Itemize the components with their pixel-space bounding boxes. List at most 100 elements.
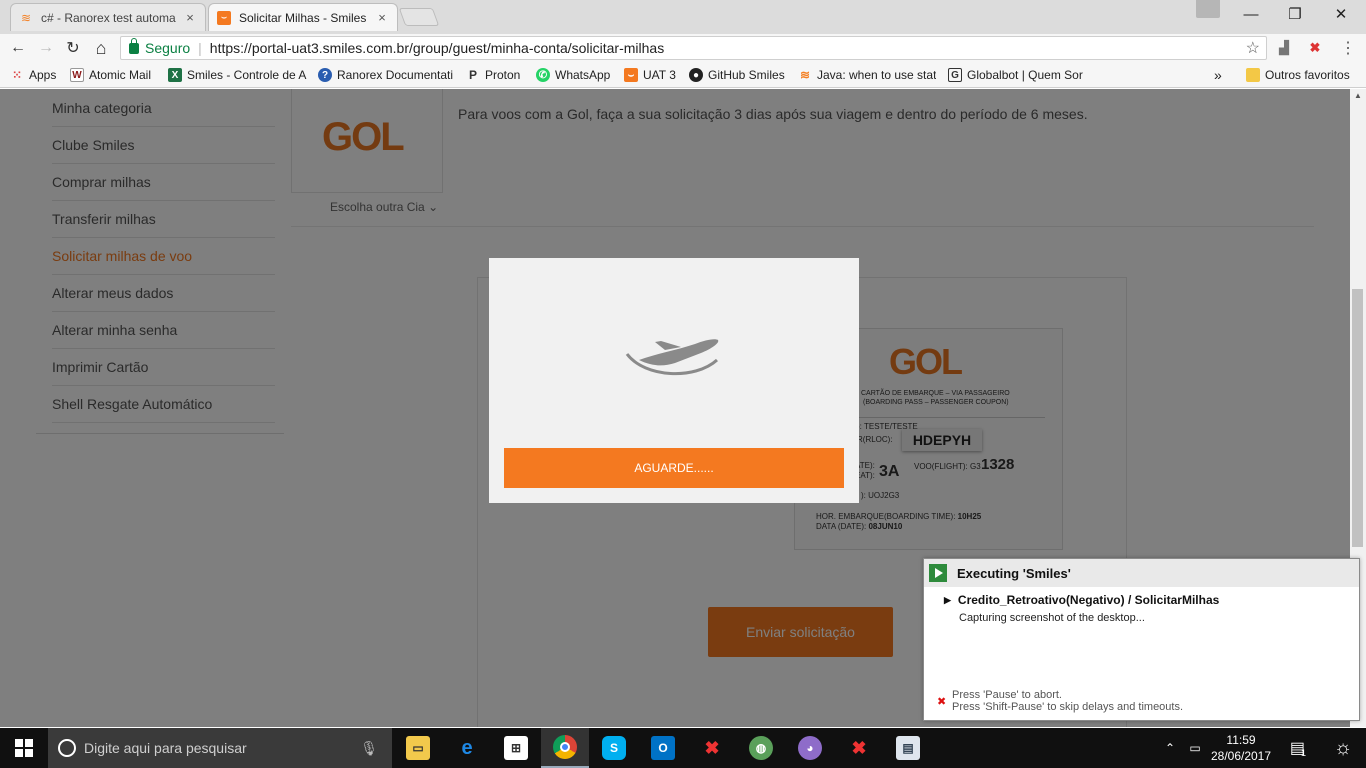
taskbar-skype[interactable]: S	[590, 728, 638, 768]
smiles-icon: ⌣	[624, 68, 638, 82]
help-icon: ?	[318, 68, 332, 82]
store-bag-icon: ⊞	[504, 736, 528, 760]
restore-button[interactable]: ❐	[1272, 0, 1318, 28]
brightness-sun-icon[interactable]: ☼	[1326, 728, 1360, 768]
taskbar-cat-app[interactable]: ◕	[786, 728, 834, 768]
bookmark-other-folder[interactable]: Outros favoritos	[1246, 67, 1356, 83]
atomic-mail-icon: W	[70, 68, 84, 82]
loading-modal: AGUARDE......	[489, 258, 859, 503]
bookmarks-bar: ⁙ Apps W Atomic Mail X Smiles - Controle…	[0, 62, 1366, 88]
browser-toolbar: ← → ↻ ⌂ Seguro | https://portal-uat3.smi…	[0, 34, 1366, 62]
airplane-icon	[625, 339, 719, 376]
edge-icon: e	[461, 736, 473, 759]
outlook-icon: O	[651, 736, 675, 760]
taskbar-window-app[interactable]: ▤	[884, 728, 932, 768]
play-icon	[929, 564, 947, 582]
forward-button[interactable]: →	[36, 38, 56, 58]
action-center-icon[interactable]: ▤ 1	[1284, 728, 1312, 768]
browser-tab-strip: ≋ c# - Ranorex test automa × ⌣ Solicitar…	[0, 0, 1366, 34]
chrome-icon	[553, 735, 577, 759]
cat-icon: ◕	[798, 736, 822, 760]
ranorex-icon: ✖	[851, 737, 867, 758]
microphone-icon[interactable]: 🎙︎	[360, 740, 378, 757]
minimize-button[interactable]: —	[1228, 0, 1274, 28]
window-icon: ▤	[896, 736, 920, 760]
stackoverflow-icon: ≋	[799, 68, 811, 82]
menu-icon[interactable]: ⋮	[1338, 38, 1358, 58]
network-icon[interactable]: ▭	[1184, 728, 1206, 768]
cortana-circle-icon	[58, 739, 76, 757]
bookmark-star-icon[interactable]: ☆	[1246, 38, 1260, 58]
taskbar-ranorex-studio[interactable]: ✖	[688, 728, 736, 768]
bookmark-github-smiles[interactable]: ● GitHub Smiles	[689, 67, 789, 83]
apps-grid-icon: ⁙	[11, 68, 23, 82]
bookmarks-overflow-button[interactable]: »	[1214, 67, 1228, 83]
bookmark-proton[interactable]: P Proton	[466, 67, 528, 83]
ranorex-progress-window: Executing 'Smiles' ▶ Credito_Retroativo(…	[923, 558, 1360, 721]
bookmark-apps[interactable]: ⁙ Apps	[10, 67, 62, 83]
taskbar-chrome[interactable]	[541, 728, 589, 768]
globalbot-icon: G	[948, 68, 962, 82]
address-bar[interactable]: Seguro | https://portal-uat3.smiles.com.…	[120, 36, 1267, 60]
taskbar-search-box[interactable]: Digite aqui para pesquisar 🎙︎	[48, 728, 392, 768]
expand-triangle-icon[interactable]: ▶	[944, 595, 951, 606]
clock-date: 28/06/2017	[1210, 749, 1272, 763]
folder-icon	[1246, 68, 1260, 82]
ranorex-extension-icon[interactable]: ✖	[1305, 38, 1325, 58]
tab-close-icon[interactable]: ×	[375, 10, 389, 25]
ranorex-icon: ✖	[704, 737, 720, 758]
notification-count: 1	[1301, 748, 1307, 758]
security-label: Seguro	[145, 40, 191, 56]
globe-icon: ◍	[749, 736, 773, 760]
ranorex-hint-abort: Press 'Pause' to abort.	[952, 689, 1062, 701]
bookmark-java-static[interactable]: ≋ Java: when to use stat	[798, 67, 936, 83]
close-window-button[interactable]: ✕	[1318, 0, 1364, 28]
tab-close-icon[interactable]: ×	[183, 10, 197, 25]
reload-button[interactable]: ↻	[63, 38, 83, 58]
clock[interactable]: 11:59 28/06/2017	[1206, 728, 1276, 768]
ranorex-test-name: Credito_Retroativo(Negativo) / Solicitar…	[957, 593, 1220, 607]
tray-expand-icon[interactable]: ⌃	[1160, 728, 1180, 768]
scroll-up-arrow-icon[interactable]: ▲	[1350, 91, 1366, 103]
new-tab-button[interactable]	[398, 8, 440, 26]
skype-icon: S	[602, 736, 626, 760]
bookmark-smiles-controle[interactable]: X Smiles - Controle de A	[168, 67, 308, 83]
proton-icon: P	[468, 68, 477, 82]
stackoverflow-icon: ≋	[20, 10, 32, 25]
windows-taskbar: Digite aqui para pesquisar 🎙︎ ▭ e ⊞ S O …	[0, 728, 1366, 768]
scrollbar-thumb[interactable]	[1352, 289, 1363, 547]
smiles-favicon-icon: ⌣	[217, 10, 231, 25]
signal-extension-icon[interactable]: ▟	[1274, 38, 1294, 58]
home-button[interactable]: ⌂	[91, 38, 111, 58]
whatsapp-icon: ✆	[536, 68, 550, 82]
lock-icon	[129, 37, 139, 54]
url-text[interactable]: https://portal-uat3.smiles.com.br/group/…	[210, 40, 664, 56]
excel-icon: X	[168, 68, 182, 82]
bookmark-uat3[interactable]: ⌣ UAT 3	[624, 67, 680, 83]
taskbar-outlook[interactable]: O	[639, 728, 687, 768]
github-icon: ●	[689, 68, 703, 82]
abort-x-icon: ✖	[937, 696, 947, 708]
bookmark-globalbot[interactable]: G Globalbot | Quem Sor	[948, 67, 1084, 83]
taskbar-ranorex-runner[interactable]: ✖	[835, 728, 883, 768]
profile-icon[interactable]	[1196, 0, 1220, 18]
ranorex-status: Capturing screenshot of the desktop...	[959, 612, 1145, 624]
windows-logo-icon	[15, 739, 33, 757]
bookmark-ranorex-docs[interactable]: ? Ranorex Documentati	[318, 67, 454, 83]
start-button[interactable]	[0, 728, 48, 768]
taskbar-edge[interactable]: e	[443, 728, 491, 768]
taskbar-store[interactable]: ⊞	[492, 728, 540, 768]
bookmark-atomic-mail[interactable]: W Atomic Mail	[70, 67, 160, 83]
tab-ranorex-question[interactable]: ≋ c# - Ranorex test automa ×	[10, 3, 206, 31]
ranorex-hint-skip: Press 'Shift-Pause' to skip delays and t…	[952, 701, 1184, 713]
folder-icon: ▭	[406, 736, 430, 760]
back-button[interactable]: ←	[8, 38, 28, 58]
taskbar-globe-app[interactable]: ◍	[737, 728, 785, 768]
bookmark-whatsapp[interactable]: ✆ WhatsApp	[536, 67, 616, 83]
ranorex-title: Executing 'Smiles'	[957, 565, 1071, 581]
taskbar-file-explorer[interactable]: ▭	[394, 728, 442, 768]
tab-solicitar-milhas[interactable]: ⌣ Solicitar Milhas - Smiles ×	[208, 3, 398, 31]
search-placeholder: Digite aqui para pesquisar	[84, 740, 247, 756]
loading-status-bar: AGUARDE......	[504, 448, 844, 488]
clock-time: 11:59	[1226, 733, 1256, 747]
